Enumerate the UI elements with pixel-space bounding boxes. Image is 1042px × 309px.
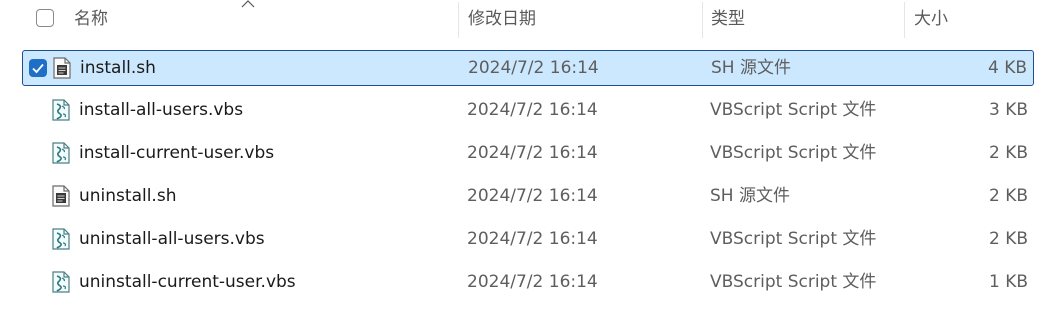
column-header-bar: 名称 修改日期 类型 大小	[0, 0, 1042, 40]
column-header-modified[interactable]: 修改日期	[468, 0, 536, 40]
file-size: 2 KB	[988, 143, 1028, 163]
file-modified-date: 2024/7/2 16:14	[467, 229, 598, 249]
column-divider[interactable]	[904, 2, 905, 38]
file-modified-date: 2024/7/2 16:14	[467, 143, 598, 163]
file-name: uninstall-all-users.vbs	[79, 229, 265, 249]
file-size: 2 KB	[988, 229, 1028, 249]
file-modified-date: 2024/7/2 16:14	[467, 186, 598, 206]
shell-script-file-icon	[52, 185, 70, 207]
file-size: 2 KB	[988, 186, 1028, 206]
file-size: 1 KB	[988, 272, 1028, 292]
select-all-checkbox[interactable]	[36, 9, 54, 27]
row-checkbox[interactable]	[29, 59, 47, 77]
column-divider[interactable]	[458, 2, 459, 38]
column-header-name[interactable]: 名称	[74, 0, 108, 40]
file-row[interactable]: install-current-user.vbs 2024/7/2 16:14 VB…	[22, 136, 1034, 172]
file-modified-date: 2024/7/2 16:14	[467, 100, 598, 120]
column-header-size[interactable]: 大小	[914, 0, 948, 40]
column-divider[interactable]	[702, 2, 703, 38]
file-type: VBScript Script 文件	[710, 229, 877, 249]
file-modified-date: 2024/7/2 16:14	[468, 58, 599, 78]
column-header-type[interactable]: 类型	[711, 0, 745, 40]
sort-ascending-icon	[241, 0, 255, 8]
file-type: SH 源文件	[710, 186, 790, 206]
file-row[interactable]: install-all-users.vbs 2024/7/2 16:14 VBScr…	[22, 93, 1034, 129]
file-name: uninstall-current-user.vbs	[79, 272, 296, 292]
file-name: uninstall.sh	[79, 186, 177, 206]
file-size: 3 KB	[988, 100, 1028, 120]
file-row[interactable]: uninstall-all-users.vbs 2024/7/2 16:14 VBS…	[22, 222, 1034, 258]
file-row[interactable]: install.sh 2024/7/2 16:14 SH 源文件 4 KB	[22, 50, 1034, 86]
vbscript-file-icon	[52, 142, 70, 164]
file-type: VBScript Script 文件	[710, 143, 877, 163]
file-modified-date: 2024/7/2 16:14	[467, 272, 598, 292]
vbscript-file-icon	[52, 271, 70, 293]
file-type: SH 源文件	[711, 58, 791, 78]
file-row[interactable]: uninstall-current-user.vbs 2024/7/2 16:14…	[22, 265, 1034, 301]
vbscript-file-icon	[52, 228, 70, 250]
file-type: VBScript Script 文件	[710, 272, 877, 292]
file-size: 4 KB	[987, 58, 1027, 78]
file-row[interactable]: uninstall.sh 2024/7/2 16:14 SH 源文件 2 KB	[22, 179, 1034, 215]
file-type: VBScript Script 文件	[710, 100, 877, 120]
vbscript-file-icon	[52, 99, 70, 121]
shell-script-file-icon	[53, 57, 71, 79]
file-name: install-current-user.vbs	[79, 143, 275, 163]
file-name: install.sh	[80, 58, 156, 78]
checkmark-icon	[32, 63, 44, 74]
file-name: install-all-users.vbs	[79, 100, 244, 120]
